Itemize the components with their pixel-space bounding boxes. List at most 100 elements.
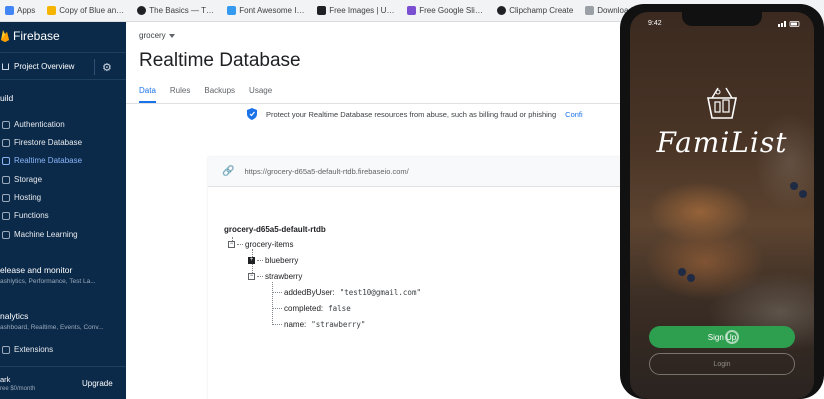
shield-icon [247, 108, 257, 120]
tab-data[interactable]: Data [139, 86, 156, 103]
phone-simulator: 9:42 FamiList Sign Up Login [620, 4, 824, 399]
tab-usage[interactable]: Usage [249, 86, 272, 103]
expand-toggle-icon[interactable]: + [248, 257, 255, 264]
bookmark-favicon-icon [497, 6, 507, 15]
tree-node-blueberry[interactable]: + blueberry [248, 256, 298, 265]
build-section-heading[interactable]: uild [0, 93, 13, 103]
tree-connector [257, 260, 263, 261]
sidebar-item-hosting[interactable]: Hosting [0, 190, 126, 205]
bookmark-favicon-icon [585, 6, 595, 15]
field-value[interactable]: "strawberry" [311, 320, 365, 329]
app-check-notice: Protect your Realtime Database resources… [247, 108, 583, 120]
firestore-icon [2, 138, 10, 147]
sidebar-item-functions[interactable]: Functions [0, 208, 126, 223]
firebase-flame-icon [1, 30, 9, 42]
gear-icon[interactable]: ⚙ [102, 61, 112, 74]
tree-field-row[interactable]: addedByUser: "test10@gmail.com" [272, 288, 421, 297]
release-monitor-section-heading[interactable]: elease and monitor [0, 265, 72, 275]
tree-field-row[interactable]: name: "strawberry" [272, 320, 365, 329]
app-screen: 9:42 FamiList Sign Up Login [630, 12, 814, 399]
bookmark-item[interactable]: Clipchamp Create [492, 6, 580, 15]
project-overview-label: Project Overview [14, 61, 75, 71]
plan-name: ark [0, 375, 11, 384]
sidebar-item-label: Authentication [14, 120, 65, 129]
sidebar-item-firestore[interactable]: Firestore Database [0, 135, 126, 150]
bookmark-item[interactable]: The Basics — The... [132, 6, 222, 15]
sidebar-item-storage[interactable]: Storage [0, 172, 126, 187]
extensions-icon [2, 345, 10, 354]
firebase-brand-name: Firebase [13, 29, 60, 43]
bookmark-favicon-icon [317, 6, 327, 15]
battery-icon [778, 21, 800, 27]
sidebar-item-label: Extensions [14, 345, 54, 354]
tree-node-grocery-items[interactable]: − grocery-items [228, 240, 293, 249]
project-selector[interactable]: grocery [139, 31, 175, 40]
tree-field-row[interactable]: completed: false [272, 304, 351, 313]
sidebar-item-label: Hosting [14, 193, 42, 202]
configure-link[interactable]: Confi [565, 110, 583, 119]
field-key: addedByUser: [284, 288, 335, 297]
tree-root-node[interactable]: grocery-d65a5-default-rtdb [224, 225, 326, 234]
bookmark-item[interactable]: Free Google Slide... [402, 6, 492, 15]
firebase-brand[interactable]: Firebase [0, 28, 60, 44]
status-time: 9:42 [648, 20, 662, 27]
grocery-basket-logo-icon [707, 87, 737, 119]
blueberry-decoration [678, 268, 686, 276]
tab-bar: Data Rules Backups Usage [139, 86, 272, 103]
divider [94, 59, 95, 75]
sidebar-item-label: Storage [14, 175, 43, 184]
sidebar-item-machine-learning[interactable]: Machine Learning [0, 227, 126, 242]
upgrade-button[interactable]: Upgrade [82, 379, 113, 388]
tree-root-label: grocery-d65a5-default-rtdb [224, 225, 326, 234]
tree-connector [237, 244, 243, 245]
bookmark-apps[interactable]: Apps [0, 6, 42, 15]
bookmark-favicon-icon [227, 6, 237, 15]
authentication-icon [2, 120, 10, 129]
bookmark-item[interactable]: Free Images | Un... [312, 6, 402, 15]
sidebar-item-label: Realtime Database [14, 156, 83, 165]
sidebar-item-label: Machine Learning [14, 230, 78, 239]
blueberry-decoration [799, 190, 807, 198]
project-overview-link[interactable]: Project Overview [0, 62, 94, 71]
field-value[interactable]: "test10@gmail.com" [340, 288, 421, 297]
sidebar-item-authentication[interactable]: Authentication [0, 117, 126, 132]
tree-connector [272, 292, 282, 293]
release-monitor-subtitle: ashlytics, Performance, Test La... [0, 278, 96, 285]
tree-node-label: grocery-items [245, 240, 294, 249]
sidebar-item-label: Firestore Database [14, 138, 83, 147]
sidebar-item-extensions[interactable]: Extensions [0, 342, 126, 357]
hosting-icon [2, 193, 10, 202]
sidebar-item-realtime-database[interactable]: Realtime Database [0, 153, 126, 168]
tab-backups[interactable]: Backups [204, 86, 235, 103]
login-button[interactable]: Login [649, 353, 795, 375]
project-name: grocery [139, 31, 166, 40]
apps-icon [5, 6, 14, 15]
tab-rules[interactable]: Rules [170, 86, 190, 103]
bookmark-item[interactable]: Copy of Blue and... [42, 6, 132, 15]
collapse-toggle-icon[interactable]: − [248, 273, 255, 280]
tree-connector [272, 308, 282, 309]
collapse-toggle-icon[interactable]: − [228, 241, 235, 248]
plan-price: ree $0/month [0, 386, 36, 392]
sign-up-button[interactable]: Sign Up [649, 326, 795, 348]
realtime-database-icon [2, 156, 10, 165]
tree-node-strawberry[interactable]: − strawberry [248, 272, 302, 281]
bookmark-item[interactable]: Font Awesome Ico... [222, 6, 312, 15]
machine-learning-icon [2, 230, 10, 239]
analytics-subtitle: ashboard, Realtime, Events, Conv... [0, 324, 104, 331]
analytics-section-heading[interactable]: nalytics [0, 311, 28, 321]
sidebar-item-label: Functions [14, 211, 49, 220]
plan-footer: ark ree $0/month Upgrade [0, 366, 126, 399]
field-value[interactable]: false [328, 304, 351, 313]
link-icon[interactable]: 🔗 [222, 166, 234, 177]
database-url[interactable]: https://grocery-d65a5-default-rtdb.fireb… [244, 167, 408, 176]
tree-connector [272, 324, 282, 325]
phone-notch [682, 12, 762, 26]
field-key: completed: [284, 304, 324, 313]
storage-icon [2, 175, 10, 184]
bookmark-favicon-icon [407, 6, 417, 15]
page-title: Realtime Database [139, 50, 301, 71]
blueberry-decoration [790, 182, 798, 190]
home-icon [2, 62, 9, 70]
blueberry-decoration [687, 274, 695, 282]
